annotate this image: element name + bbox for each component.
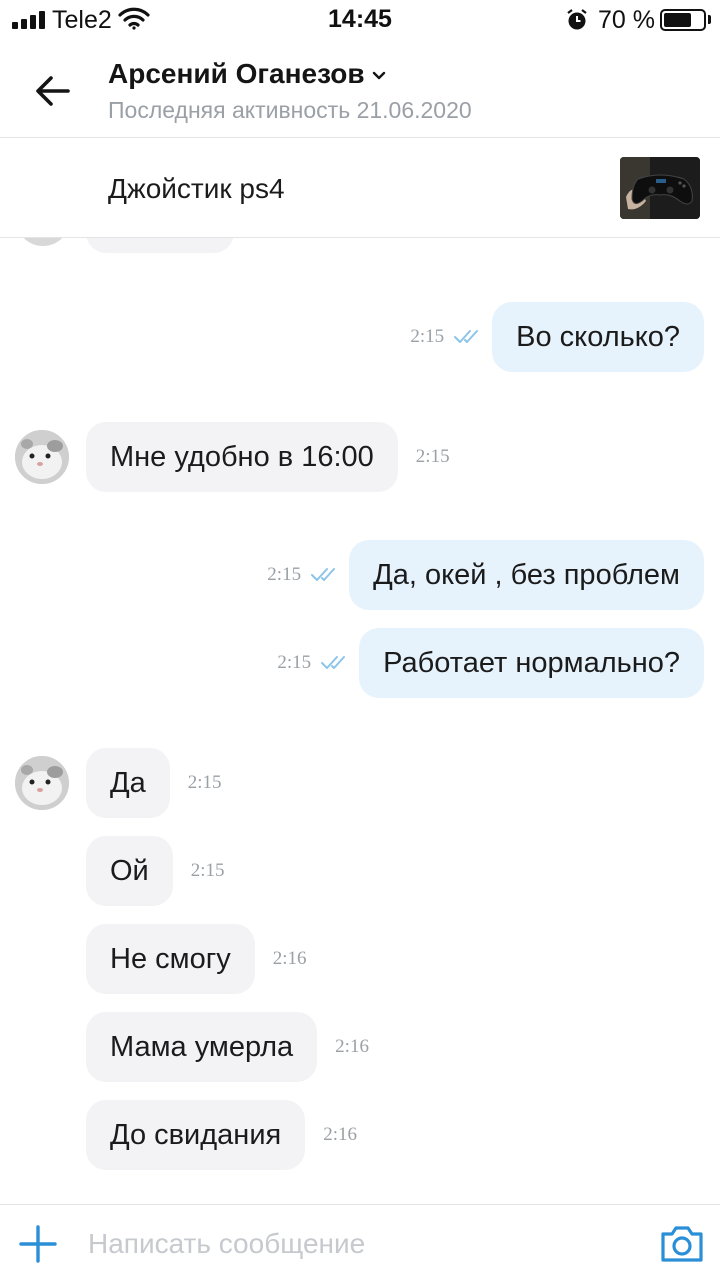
avatar[interactable] (15, 756, 69, 810)
back-arrow-icon[interactable] (30, 68, 76, 114)
message-bubble[interactable]: До свидания (86, 1100, 306, 1170)
listing-photo[interactable] (620, 157, 700, 219)
message-bubble[interactable]: Работает нормально? (359, 628, 704, 698)
chevron-down-icon (372, 71, 385, 79)
message-time: 2:16 (272, 948, 307, 969)
message-time: 2:16 (323, 1124, 358, 1145)
message-bubble[interactable]: Ой (86, 836, 173, 906)
message-incoming[interactable]: До свидания 2:16 (86, 1100, 357, 1170)
message-bubble[interactable]: Не смогу (86, 924, 255, 994)
message-outgoing[interactable]: 2:15 Во сколько? (410, 302, 704, 372)
message-time: 2:16 (335, 1036, 369, 1057)
status-bar: Tele2 14:45 70 % (0, 0, 720, 40)
battery-icon (660, 9, 706, 31)
contact-name: Арсений Оганезов (108, 58, 365, 89)
message-outgoing[interactable]: 2:15 Работает нормально? (277, 628, 704, 698)
message-input[interactable] (88, 1219, 628, 1269)
camera-icon[interactable] (659, 1223, 705, 1265)
message-time: 2:15 (277, 652, 312, 673)
read-checkmarks-icon (311, 568, 336, 581)
message-bubble[interactable]: Да, окей , без проблем (349, 540, 704, 610)
avatar[interactable] (15, 430, 69, 484)
message-incoming[interactable]: Ой 2:15 (86, 836, 225, 906)
message-list[interactable]: 2:15 Во сколько? Мне удобно в 16:00 2:15… (0, 238, 720, 1204)
message-bubble[interactable]: Во сколько? (492, 302, 704, 372)
message-incoming[interactable]: Мама умерла 2:16 (86, 1012, 369, 1082)
message-time: 2:15 (415, 446, 450, 467)
chat-header: Арсений Оганезов Последняя активность 21… (0, 40, 720, 138)
previous-message-bubble (86, 238, 234, 253)
listing-title: Джойстик ps4 (108, 173, 285, 204)
read-checkmarks-icon (321, 656, 346, 669)
message-time: 2:15 (267, 564, 302, 585)
message-incoming[interactable]: Не смогу 2:16 (86, 924, 307, 994)
message-bubble[interactable]: Мне удобно в 16:00 (86, 422, 398, 492)
message-composer (0, 1204, 720, 1280)
contact-name-button[interactable]: Арсений Оганезов (108, 58, 387, 90)
avatar (16, 238, 70, 246)
message-bubble[interactable]: Да (86, 748, 170, 818)
battery-percentage: 70 % (598, 6, 655, 34)
message-time: 2:15 (410, 326, 445, 347)
plus-icon[interactable] (18, 1224, 58, 1264)
alarm-icon (567, 9, 587, 30)
message-time: 2:15 (187, 772, 222, 793)
message-incoming[interactable]: Да 2:15 (86, 748, 222, 818)
message-outgoing[interactable]: 2:15 Да, окей , без проблем (267, 540, 704, 610)
last-activity: Последняя активность 21.06.2020 (108, 97, 472, 123)
message-incoming[interactable]: Мне удобно в 16:00 2:15 (86, 422, 450, 492)
message-time: 2:15 (190, 860, 225, 881)
message-bubble[interactable]: Мама умерла (86, 1012, 318, 1082)
listing-bar[interactable]: Джойстик ps4 (0, 138, 720, 238)
read-checkmarks-icon (454, 330, 479, 343)
